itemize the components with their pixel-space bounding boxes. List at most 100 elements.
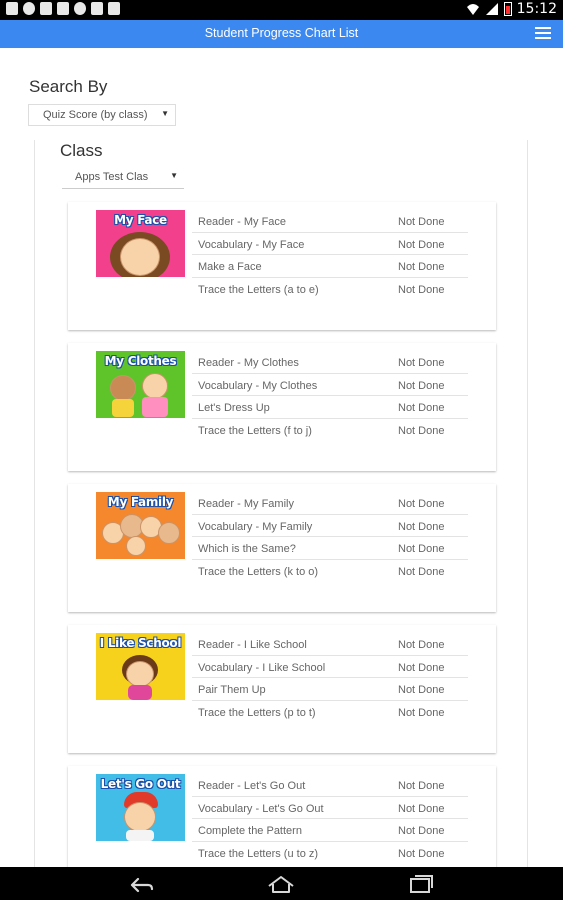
activity-name: Vocabulary - My Family (198, 520, 313, 533)
unit-thumbnail[interactable]: My Clothes (96, 351, 185, 418)
activity-row[interactable]: Vocabulary - I Like School Not Done (192, 656, 468, 679)
activity-status: Not Done (398, 402, 445, 415)
activity-status: Not Done (398, 847, 445, 860)
activity-name: Trace the Letters (u to z) (198, 847, 319, 860)
activity-list: Reader - I Like School Not Done Vocabular… (192, 633, 468, 723)
activity-name: Reader - I Like School (198, 639, 307, 651)
activity-name: Make a Face (198, 261, 262, 274)
activity-status: Not Done (398, 543, 445, 556)
activity-status: Not Done (398, 261, 445, 274)
activity-row[interactable]: Trace the Letters (k to o) Not Done (192, 560, 468, 583)
activity-name: Vocabulary - I Like School (198, 661, 326, 674)
activity-row[interactable]: Trace the Letters (a to e) Not Done (192, 278, 468, 301)
battery-icon (503, 2, 512, 16)
activity-name: Vocabulary - My Clothes (198, 379, 318, 392)
dropdown-arrow-icon: ▼ (161, 109, 169, 118)
home-icon[interactable] (266, 873, 296, 895)
unit-thumbnail[interactable]: My Family (96, 492, 185, 559)
activity-name: Trace the Letters (a to e) (198, 283, 319, 296)
navigation-bar (0, 867, 563, 900)
activity-row[interactable]: Let's Dress Up Not Done (192, 396, 468, 419)
activity-name: Let's Dress Up (198, 402, 270, 415)
activity-row[interactable]: Vocabulary - My Clothes Not Done (192, 374, 468, 397)
activity-list: Reader - My Family Not Done Vocabulary - … (192, 492, 468, 582)
activity-name: Complete the Pattern (198, 825, 302, 838)
activity-status: Not Done (398, 780, 445, 792)
activity-row[interactable]: Vocabulary - Let's Go Out Not Done (192, 797, 468, 820)
activity-name: Which is the Same? (198, 543, 296, 556)
activity-name: Reader - My Family (198, 498, 294, 510)
activity-status: Not Done (398, 825, 445, 838)
activity-row[interactable]: Trace the Letters (p to t) Not Done (192, 701, 468, 724)
activity-status: Not Done (398, 802, 445, 815)
unit-title: I Like School (99, 636, 182, 650)
search-by-dropdown[interactable]: Quiz Score (by class) ▼ (28, 104, 176, 126)
activity-name: Trace the Letters (f to j) (198, 424, 312, 437)
activity-name: Reader - My Clothes (198, 357, 299, 369)
target-icon (74, 2, 86, 15)
activity-status: Not Done (398, 498, 445, 510)
activity-row[interactable]: Trace the Letters (u to z) Not Done (192, 842, 468, 865)
usb-icon (6, 2, 18, 15)
unit-thumbnail[interactable]: I Like School (96, 633, 185, 700)
class-label: Class (60, 141, 103, 160)
activity-status: Not Done (398, 565, 445, 578)
activity-row[interactable]: Pair Them Up Not Done (192, 678, 468, 701)
unit-thumbnail[interactable]: Let's Go Out (96, 774, 185, 841)
signal-icon (485, 3, 498, 15)
system-icons: 15:12 (466, 1, 557, 17)
activity-name: Vocabulary - Let's Go Out (198, 802, 324, 815)
unit-card: I Like School Reader - I Like School Not … (68, 625, 496, 753)
app-bar: Student Progress Chart List (0, 20, 563, 48)
bag-icon (91, 2, 103, 15)
activity-status: Not Done (398, 661, 445, 674)
activity-name: Reader - My Face (198, 216, 287, 228)
activity-name: Trace the Letters (p to t) (198, 706, 316, 719)
activity-row[interactable]: Reader - Let's Go Out Not Done (192, 774, 468, 797)
activity-name: Reader - Let's Go Out (198, 780, 306, 792)
activity-name: Pair Them Up (198, 684, 266, 697)
unit-thumbnail[interactable]: My Face (96, 210, 185, 277)
dropdown-arrow-icon: ▼ (170, 171, 178, 180)
activity-list: Reader - Let's Go Out Not Done Vocabulary… (192, 774, 468, 864)
wifi-icon (466, 4, 479, 15)
unit-title: My Family (107, 495, 174, 509)
recent-apps-icon[interactable] (406, 873, 436, 895)
activity-status: Not Done (398, 684, 445, 697)
activity-row[interactable]: Reader - My Clothes Not Done (192, 351, 468, 374)
activity-status: Not Done (398, 379, 445, 392)
activity-list: Reader - My Face Not Done Vocabulary - My… (192, 210, 468, 300)
back-icon[interactable] (126, 873, 156, 895)
status-bar: 15:12 (0, 0, 563, 20)
activity-row[interactable]: Reader - My Family Not Done (192, 492, 468, 515)
activity-row[interactable]: Make a Face Not Done (192, 255, 468, 278)
activity-status: Not Done (398, 283, 445, 296)
unit-title: Let's Go Out (100, 777, 181, 791)
unit-title: My Face (114, 213, 167, 227)
activity-status: Not Done (398, 216, 445, 228)
activity-name: Trace the Letters (k to o) (198, 565, 319, 578)
class-dropdown[interactable]: Apps Test Clas ▼ (62, 167, 184, 189)
activity-list: Reader - My Clothes Not Done Vocabulary -… (192, 351, 468, 441)
activity-status: Not Done (398, 520, 445, 533)
hamburger-menu-icon[interactable] (535, 27, 551, 41)
activity-row[interactable]: Reader - My Face Not Done (192, 210, 468, 233)
activity-row[interactable]: Reader - I Like School Not Done (192, 633, 468, 656)
class-value: Apps Test Clas (75, 171, 149, 183)
activity-name: Vocabulary - My Face (198, 238, 305, 251)
notification-icons (6, 2, 120, 15)
app-title: Student Progress Chart List (204, 26, 359, 40)
activity-row[interactable]: Vocabulary - My Family Not Done (192, 515, 468, 538)
unit-card: My Clothes Reader - My Clothes Not Done V… (68, 343, 496, 471)
unit-title: My Clothes (104, 354, 177, 368)
document-icon (40, 2, 52, 15)
activity-row[interactable]: Which is the Same? Not Done (192, 537, 468, 560)
activity-status: Not Done (398, 357, 445, 369)
unit-card: My Family Reader - My Family Not Done Voc… (68, 484, 496, 612)
activity-row[interactable]: Trace the Letters (f to j) Not Done (192, 419, 468, 442)
activity-row[interactable]: Complete the Pattern Not Done (192, 819, 468, 842)
search-by-value: Quiz Score (by class) (43, 109, 148, 121)
image-icon (57, 2, 69, 15)
activity-row[interactable]: Vocabulary - My Face Not Done (192, 233, 468, 256)
activity-status: Not Done (398, 424, 445, 437)
